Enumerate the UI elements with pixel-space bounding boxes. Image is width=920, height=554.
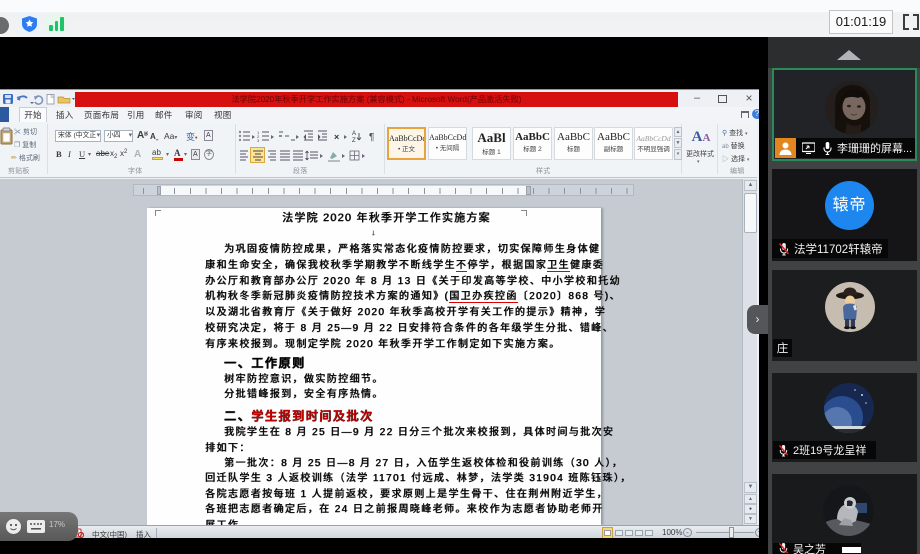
svg-text:×: × (334, 132, 339, 142)
svg-text:3: 3 (257, 138, 260, 143)
svg-text:A: A (352, 131, 356, 137)
svg-text:¶: ¶ (369, 132, 374, 143)
svg-text:Z: Z (352, 138, 356, 143)
